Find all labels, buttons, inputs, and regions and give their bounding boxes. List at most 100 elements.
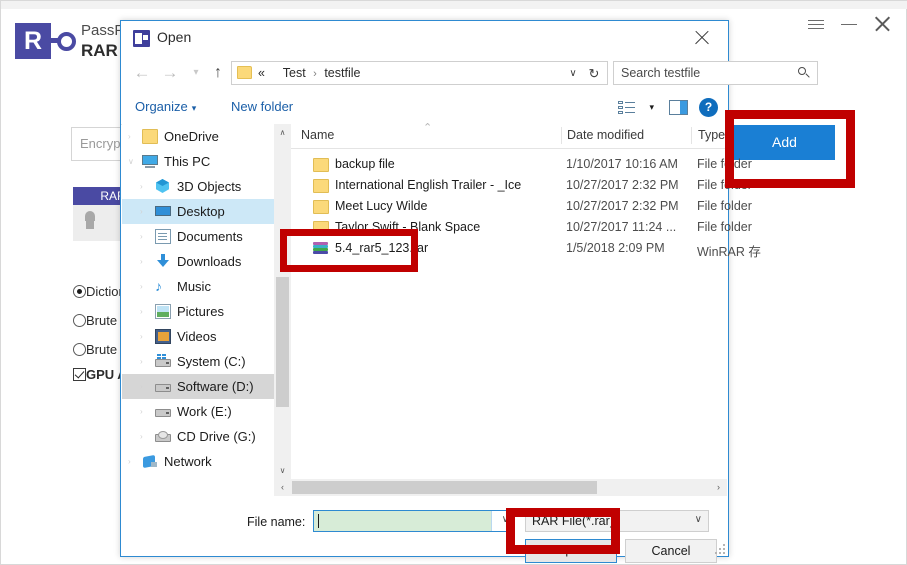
file-list-horizontal-scrollbar[interactable]: ‹ › <box>274 479 727 496</box>
nav-item-pictures[interactable]: › Pictures <box>122 299 274 324</box>
nav-item-cd-drive-g[interactable]: › CD Drive (G:) <box>122 424 274 449</box>
nav-item-downloads[interactable]: › Downloads <box>122 249 274 274</box>
chevron-down-icon: ∨ <box>694 514 702 525</box>
folder-icon <box>313 179 329 193</box>
file-list-pane: Name ⌃ Date modified Type backup file 1/… <box>291 122 761 479</box>
file-type: File folder <box>697 220 752 234</box>
file-type-filter-value: RAR File(*.rar) <box>532 514 614 528</box>
expand-chevron-icon[interactable]: › <box>140 224 150 249</box>
new-folder-button[interactable]: New folder <box>231 99 293 114</box>
table-row[interactable]: International English Trailer - _Ice 10/… <box>291 176 752 197</box>
nav-item-documents[interactable]: › Documents <box>122 224 274 249</box>
help-icon[interactable]: ? <box>699 98 718 117</box>
expand-chevron-icon[interactable]: › <box>140 349 150 374</box>
breadcrumb-part-1[interactable]: testfile <box>324 66 360 80</box>
folder-icon <box>313 200 329 214</box>
table-row[interactable]: Taylor Swift - Blank Space 10/27/2017 11… <box>291 218 752 239</box>
radio-icon[interactable] <box>73 343 86 356</box>
nav-item-this-pc[interactable]: ∨ This PC <box>122 149 274 174</box>
column-header-type[interactable]: Type <box>698 128 725 142</box>
open-button[interactable]: Open <box>525 539 617 563</box>
table-row[interactable]: Meet Lucy Wilde 10/27/2017 2:32 PM File … <box>291 197 752 218</box>
checkbox-icon[interactable] <box>73 368 86 381</box>
radio-icon[interactable] <box>73 285 86 298</box>
scroll-right-icon[interactable]: › <box>710 479 727 496</box>
preview-pane-icon[interactable] <box>669 100 688 115</box>
chevron-down-icon[interactable]: ▾ <box>649 102 654 113</box>
breadcrumb: « Test › testfile <box>258 66 360 80</box>
music-icon: ♪ <box>155 278 162 294</box>
nav-item-label: 3D Objects <box>177 179 242 194</box>
close-icon[interactable] <box>868 11 896 37</box>
cancel-button[interactable]: Cancel <box>625 539 717 563</box>
nav-item-onedrive[interactable]: › OneDrive <box>122 124 274 149</box>
scroll-left-icon[interactable]: ‹ <box>274 479 291 496</box>
table-row[interactable]: 5.4_rar5_123.rar 1/5/2018 2:09 PM WinRAR… <box>291 239 761 260</box>
nav-item-system-c[interactable]: › System (C:) <box>122 349 274 374</box>
pictures-icon <box>155 304 171 319</box>
nav-item-software-d[interactable]: › Software (D:) <box>122 374 274 399</box>
expand-chevron-icon[interactable]: › <box>140 399 150 424</box>
scroll-up-icon[interactable]: ∧ <box>274 124 291 141</box>
expand-chevron-icon[interactable]: › <box>140 324 150 349</box>
scrollbar-thumb[interactable] <box>276 277 289 407</box>
dialog-close-icon[interactable] <box>680 23 724 53</box>
navigation-pane: › OneDrive ∨ This PC › 3D Objects › Desktop › Doc… <box>122 124 274 479</box>
nav-item-network[interactable]: › Network <box>122 449 274 474</box>
nav-item-3d-objects[interactable]: › 3D Objects <box>122 174 274 199</box>
expand-chevron-icon[interactable]: › <box>128 449 138 474</box>
up-icon[interactable]: ↑ <box>205 60 231 86</box>
table-row[interactable]: backup file 1/10/2017 10:16 AM File fold… <box>291 155 752 176</box>
dialog-title-bar: Open <box>121 21 728 56</box>
drive-icon <box>155 379 171 394</box>
file-name-dropdown-button[interactable]: ∨ <box>491 511 512 531</box>
file-type: File folder <box>697 157 752 171</box>
folder-icon <box>313 158 329 172</box>
forward-icon[interactable]: → <box>157 60 183 86</box>
expand-chevron-icon[interactable]: › <box>140 174 150 199</box>
scrollbar-thumb[interactable] <box>292 481 597 494</box>
chevron-down-icon[interactable]: ∨ <box>565 67 581 81</box>
organize-button[interactable]: Organize ▾ <box>135 99 196 114</box>
breadcrumb-part-0[interactable]: Test <box>283 66 306 80</box>
resize-grip[interactable] <box>715 544 725 554</box>
back-icon[interactable]: ← <box>129 60 155 86</box>
hamburger-menu-icon[interactable] <box>802 11 830 37</box>
expand-chevron-icon[interactable]: › <box>140 249 150 274</box>
expand-chevron-icon[interactable]: › <box>140 274 150 299</box>
expand-chevron-icon[interactable]: › <box>140 424 150 449</box>
expand-chevron-icon[interactable]: › <box>128 124 138 149</box>
column-header-date-modified[interactable]: Date modified <box>567 128 644 142</box>
nav-item-desktop[interactable]: › Desktop <box>122 199 274 224</box>
expand-chevron-icon[interactable]: ∨ <box>128 149 138 174</box>
minimize-icon[interactable] <box>835 11 863 37</box>
nav-item-videos[interactable]: › Videos <box>122 324 274 349</box>
cd-drive-icon <box>155 429 171 444</box>
app-logo-ring <box>57 32 76 51</box>
radio-icon[interactable] <box>73 314 86 327</box>
system-drive-icon <box>155 354 171 369</box>
file-name-input[interactable]: ∨ <box>313 510 513 532</box>
expand-chevron-icon[interactable]: › <box>140 299 150 324</box>
nav-item-label: Downloads <box>177 254 242 269</box>
file-type-filter-select[interactable]: RAR File(*.rar) ∨ <box>525 510 709 532</box>
view-list-icon[interactable] <box>618 100 636 116</box>
expand-chevron-icon[interactable]: › <box>140 374 150 399</box>
column-header-name[interactable]: Name <box>301 128 334 142</box>
nav-item-music[interactable]: › ♪ Music <box>122 274 274 299</box>
network-icon <box>142 454 158 469</box>
expand-chevron-icon[interactable]: › <box>140 199 150 224</box>
file-date-modified: 1/5/2018 2:09 PM <box>566 241 665 255</box>
file-type: File folder <box>697 199 752 213</box>
app-logo-letter: R <box>15 23 51 59</box>
app-window-controls <box>802 11 898 37</box>
breadcrumb-bar[interactable]: « Test › testfile ∨ ↻ <box>231 61 608 85</box>
nav-item-label: Documents <box>177 229 243 244</box>
nav-item-label: System (C:) <box>177 354 246 369</box>
add-button[interactable]: Add <box>734 125 835 160</box>
navigation-pane-scrollbar[interactable]: ∧ ∨ <box>274 124 292 479</box>
refresh-icon[interactable]: ↻ <box>585 65 603 82</box>
scroll-down-icon[interactable]: ∨ <box>274 462 291 479</box>
nav-item-work-e[interactable]: › Work (E:) <box>122 399 274 424</box>
search-input[interactable]: Search testfile <box>613 61 818 85</box>
